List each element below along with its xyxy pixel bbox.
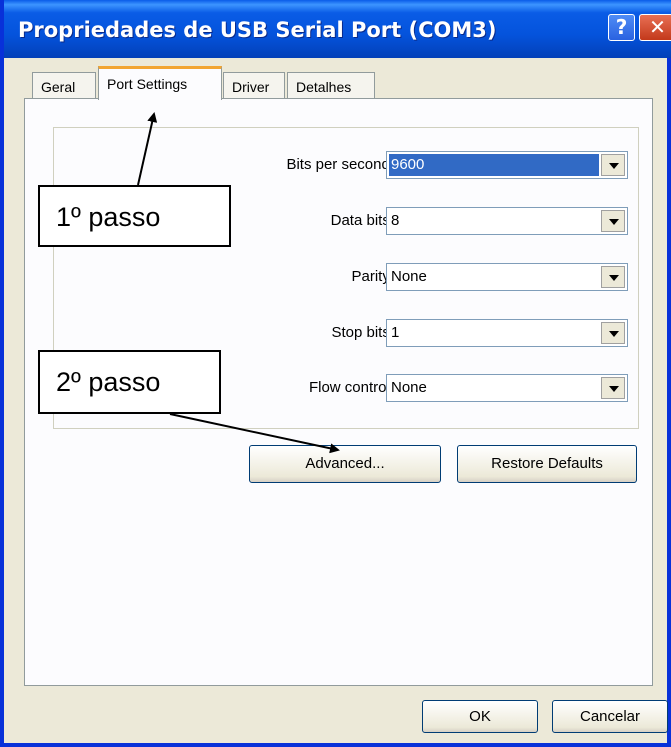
restore-defaults-button[interactable]: Restore Defaults: [457, 445, 637, 483]
flow-control-value: None: [391, 379, 427, 396]
tab-strip: Geral Port Settings Driver Detalhes: [4, 58, 671, 100]
stop-bits-value: 1: [391, 324, 400, 341]
window-title: Propriedades de USB Serial Port (COM3): [18, 18, 497, 42]
parity-value: None: [391, 268, 427, 285]
step-1-callout: 1º passo: [38, 185, 231, 247]
parity-select[interactable]: None: [386, 263, 628, 291]
tab-detalhes[interactable]: Detalhes: [287, 72, 375, 98]
stop-bits-select[interactable]: 1: [386, 319, 628, 347]
chevron-down-icon[interactable]: [601, 210, 625, 232]
step-2-callout: 2º passo: [38, 350, 221, 414]
ok-button[interactable]: OK: [422, 700, 538, 733]
tab-port-settings[interactable]: Port Settings: [98, 66, 222, 100]
flow-control-select[interactable]: None: [386, 374, 628, 402]
chevron-down-icon[interactable]: [601, 266, 625, 288]
advanced-button[interactable]: Advanced...: [249, 445, 441, 483]
flow-control-label: Flow control:: [308, 379, 394, 396]
chevron-down-icon[interactable]: [601, 322, 625, 344]
parity-row: Parity: None: [25, 263, 654, 291]
data-bits-label: Data bits:: [330, 212, 394, 229]
bits-per-second-label: Bits per second:: [286, 156, 394, 173]
tab-geral[interactable]: Geral: [32, 72, 96, 98]
cancel-button[interactable]: Cancelar: [552, 700, 668, 733]
bits-per-second-row: Bits per second: 9600: [25, 151, 654, 179]
data-bits-value: 8: [391, 212, 400, 229]
title-bar[interactable]: Propriedades de USB Serial Port (COM3) ?…: [4, 0, 671, 58]
chevron-down-icon[interactable]: [601, 154, 625, 176]
chevron-down-icon[interactable]: [601, 377, 625, 399]
help-button[interactable]: ?: [608, 14, 635, 41]
stop-bits-row: Stop bits: 1: [25, 319, 654, 347]
tab-driver[interactable]: Driver: [223, 72, 285, 98]
stop-bits-label: Stop bits:: [331, 324, 394, 341]
close-button[interactable]: ✕: [639, 14, 671, 41]
bits-per-second-value: 9600: [389, 154, 599, 176]
bits-per-second-select[interactable]: 9600: [386, 151, 628, 179]
data-bits-select[interactable]: 8: [386, 207, 628, 235]
